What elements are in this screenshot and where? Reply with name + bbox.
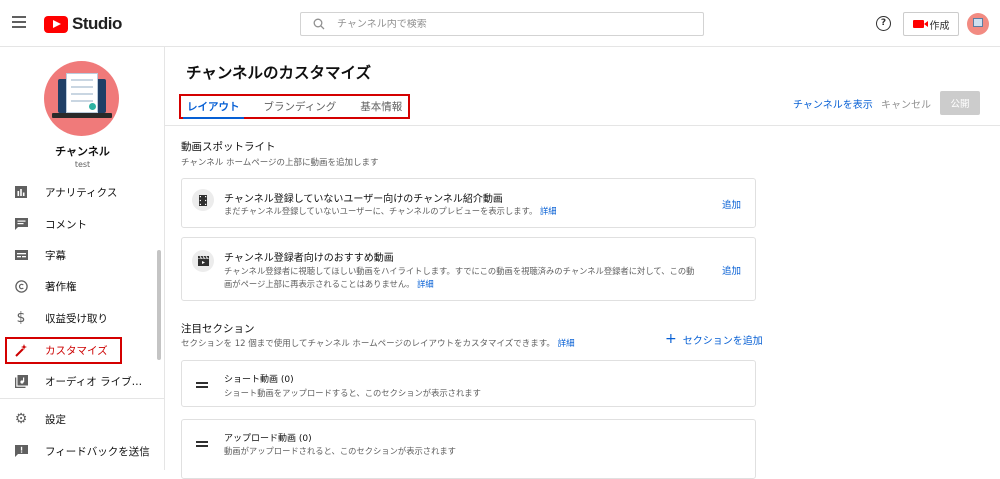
sidebar-item-copyright[interactable]: 著作権 bbox=[0, 271, 158, 301]
sidebar-item-earn[interactable]: $ 収益受け取り bbox=[0, 303, 158, 333]
add-button[interactable]: 追加 bbox=[722, 197, 741, 211]
analytics-icon bbox=[14, 185, 28, 199]
sidebar-item-comments[interactable]: コメント bbox=[0, 209, 158, 239]
spotlight-subtitle: チャンネル ホームページの上部に動画を追加します bbox=[181, 158, 379, 168]
section-card[interactable]: アップロード動画 (0) 動画がアップロードされると、このセクションが表示されま… bbox=[181, 419, 756, 479]
section-title: ショート動画 (0) bbox=[224, 375, 294, 385]
youtube-studio-logo[interactable]: Studio bbox=[44, 14, 122, 34]
learn-more-link[interactable]: 詳細 bbox=[558, 339, 575, 349]
channel-handle: test bbox=[74, 160, 91, 169]
sidebar-item-label: コメント bbox=[45, 218, 87, 231]
section-title: アップロード動画 (0) bbox=[224, 434, 312, 444]
subtitles-icon bbox=[14, 248, 28, 262]
search-input[interactable] bbox=[337, 18, 697, 30]
channel-trailer-card: チャンネル登録していないユーザー向けのチャンネル紹介動画 まだチャンネル登録して… bbox=[181, 178, 756, 228]
sidebar-item-label: アナリティクス bbox=[45, 186, 118, 199]
card-description: チャンネル登録者に視聴してほしい動画をハイライトします。すでにこの動画を視聴済み… bbox=[224, 266, 695, 289]
logo-text: Studio bbox=[72, 14, 122, 33]
sidebar-item-label: 字幕 bbox=[45, 249, 66, 262]
tab-basic-info[interactable]: 基本情報 bbox=[360, 99, 402, 114]
search-icon bbox=[313, 18, 325, 30]
feedback-icon bbox=[14, 444, 28, 458]
menu-icon[interactable] bbox=[12, 16, 26, 28]
sidebar-item-settings[interactable]: ⚙ 設定 bbox=[0, 404, 158, 434]
sidebar-divider bbox=[0, 398, 165, 399]
clapperboard-icon bbox=[192, 250, 214, 272]
cancel-button[interactable]: キャンセル bbox=[881, 96, 931, 111]
create-label: 作成 bbox=[929, 20, 950, 32]
search-box[interactable] bbox=[300, 12, 704, 36]
learn-more-link[interactable]: 詳細 bbox=[417, 279, 434, 289]
spotlight-title: 動画スポットライト bbox=[181, 141, 276, 153]
featured-video-card: チャンネル登録者向けのおすすめ動画 チャンネル登録者に視聴してほしい動画をハイラ… bbox=[181, 237, 756, 301]
card-description: まだチャンネル登録していないユーザーに、チャンネルのプレビューを表示します。 詳… bbox=[224, 206, 557, 216]
featured-sections-subtitle: セクションを 12 個まで使用してチャンネル ホームページのレイアウトをカスタマ… bbox=[181, 339, 575, 349]
create-button[interactable]: 作成 bbox=[903, 12, 959, 36]
sidebar-item-label: 設定 bbox=[45, 413, 66, 426]
tab-bar: レイアウト ブランディング 基本情報 bbox=[179, 94, 410, 119]
audio-library-icon bbox=[14, 374, 28, 388]
top-bar: Studio ? 作成 bbox=[0, 0, 1000, 47]
section-description: 動画がアップロードされると、このセクションが表示されます bbox=[224, 446, 456, 456]
section-card[interactable]: ショート動画 (0) ショート動画をアップロードすると、このセクションが表示され… bbox=[181, 360, 756, 407]
featured-sections-title: 注目セクション bbox=[181, 323, 255, 335]
card-title: チャンネル登録していないユーザー向けのチャンネル紹介動画 bbox=[224, 194, 503, 205]
sidebar-item-label: 収益受け取り bbox=[45, 312, 108, 325]
tab-layout[interactable]: レイアウト bbox=[183, 99, 243, 119]
add-section-button[interactable]: + セクションを追加 bbox=[665, 331, 763, 347]
plus-icon: + bbox=[665, 331, 677, 347]
tab-branding[interactable]: ブランディング bbox=[264, 99, 337, 114]
gear-icon: ⚙ bbox=[14, 411, 28, 427]
film-icon bbox=[192, 189, 214, 211]
section-description: ショート動画をアップロードすると、このセクションが表示されます bbox=[224, 388, 481, 398]
drag-handle-icon[interactable] bbox=[196, 441, 208, 449]
help-icon[interactable]: ? bbox=[876, 16, 891, 31]
sidebar: チャンネル test アナリティクス コメント 字幕 著作権 $ 収益受け取り … bbox=[0, 47, 165, 470]
channel-name: チャンネル bbox=[55, 145, 110, 158]
sidebar-item-analytics[interactable]: アナリティクス bbox=[0, 177, 158, 207]
publish-button[interactable]: 公開 bbox=[940, 91, 980, 115]
tab-divider bbox=[165, 125, 1000, 126]
add-button[interactable]: 追加 bbox=[722, 263, 741, 277]
sidebar-item-label: フィードバックを送信 bbox=[45, 445, 150, 458]
highlight-box bbox=[5, 337, 122, 364]
sidebar-item-audio-library[interactable]: オーディオ ライブ… bbox=[0, 366, 158, 396]
page-title: チャンネルのカスタマイズ bbox=[186, 64, 372, 82]
comment-icon bbox=[14, 217, 28, 231]
sidebar-item-feedback[interactable]: フィードバックを送信 bbox=[0, 436, 158, 466]
dollar-icon: $ bbox=[16, 310, 26, 326]
sidebar-scrollbar[interactable] bbox=[157, 250, 161, 360]
copyright-icon bbox=[14, 279, 28, 293]
sidebar-item-label: 著作権 bbox=[45, 280, 77, 293]
learn-more-link[interactable]: 詳細 bbox=[540, 206, 557, 216]
youtube-logo-icon bbox=[44, 15, 68, 33]
main-content: チャンネルのカスタマイズ レイアウト ブランディング 基本情報 チャンネルを表示… bbox=[165, 47, 1000, 479]
view-channel-link[interactable]: チャンネルを表示 bbox=[793, 96, 873, 111]
card-title: チャンネル登録者向けのおすすめ動画 bbox=[224, 253, 394, 264]
sidebar-item-subtitles[interactable]: 字幕 bbox=[0, 240, 158, 270]
drag-handle-icon[interactable] bbox=[196, 382, 208, 390]
sidebar-item-label: オーディオ ライブ… bbox=[45, 375, 143, 388]
channel-avatar[interactable] bbox=[44, 61, 119, 136]
account-avatar[interactable] bbox=[967, 13, 989, 35]
video-camera-icon bbox=[912, 20, 928, 28]
